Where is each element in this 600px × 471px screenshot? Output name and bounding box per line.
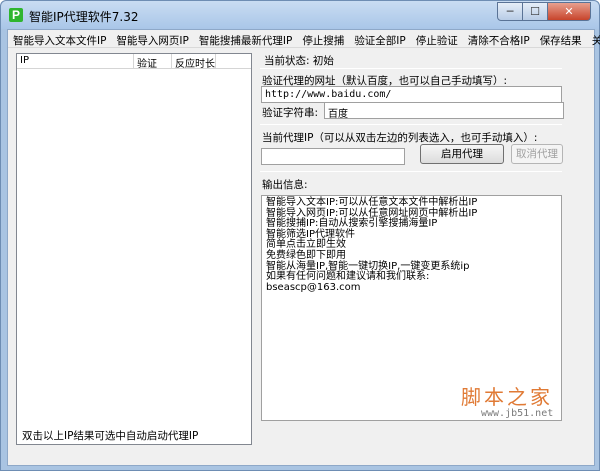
current-proxy-input[interactable] xyxy=(261,148,405,165)
title-bar[interactable]: P 智能IP代理软件7.32 ─ ☐ ✕ xyxy=(1,1,599,29)
app-window: P 智能IP代理软件7.32 ─ ☐ ✕ 智能导入文本文件IP 智能导入网页IP… xyxy=(0,0,600,471)
cancel-proxy-button[interactable]: 取消代理 xyxy=(511,144,563,164)
menu-verify-all[interactable]: 验证全部IP xyxy=(349,30,410,48)
column-ip[interactable]: IP xyxy=(17,54,134,69)
menu-clear-invalid[interactable]: 清除不合格IP xyxy=(463,30,535,48)
window-controls: ─ ☐ ✕ xyxy=(497,2,591,21)
maximize-icon: ☐ xyxy=(530,5,540,18)
window-title: 智能IP代理软件7.32 xyxy=(29,10,139,24)
verify-string-label: 验证字符串: xyxy=(262,107,319,119)
divider xyxy=(260,171,562,172)
minimize-icon: ─ xyxy=(506,5,514,18)
divider xyxy=(260,124,562,125)
column-verify[interactable]: 验证 xyxy=(134,54,172,70)
app-icon: P xyxy=(9,8,23,22)
output-line: bseascp@163.com xyxy=(266,281,361,293)
minimize-button[interactable]: ─ xyxy=(497,2,523,21)
menu-stop-search[interactable]: 停止搜捕 xyxy=(297,30,349,48)
verify-url-input[interactable]: http://www.baidu.com/ xyxy=(261,86,562,103)
watermark-title: 脚本之家 xyxy=(461,385,553,409)
divider xyxy=(260,68,562,69)
close-button[interactable]: ✕ xyxy=(548,2,591,21)
output-line: 智能导入文本IP:可以从任意文本文件中解析出IP xyxy=(266,197,478,208)
list-hint: 双击以上IP结果可选中自动启动代理IP xyxy=(22,430,199,442)
ip-list-header: IP 验证 反应时长 xyxy=(17,54,251,70)
enable-proxy-button[interactable]: 启用代理 xyxy=(420,144,504,164)
menu-save-results[interactable]: 保存结果 xyxy=(535,30,587,48)
status-label: 当前状态: 初始 xyxy=(264,55,334,67)
menu-import-text-ip[interactable]: 智能导入文本文件IP xyxy=(8,30,111,48)
menu-stop-verify[interactable]: 停止验证 xyxy=(411,30,463,48)
output-line: 免费绿色即下即用 xyxy=(266,249,346,261)
menu-about[interactable]: 关于 xyxy=(587,30,600,48)
menu-search-proxy-ip[interactable]: 智能搜捕最新代理IP xyxy=(194,30,297,48)
close-icon: ✕ xyxy=(564,5,574,18)
menu-import-web-ip[interactable]: 智能导入网页IP xyxy=(111,30,193,48)
column-response-time[interactable]: 反应时长 xyxy=(172,54,216,70)
maximize-button[interactable]: ☐ xyxy=(523,2,548,21)
ip-list[interactable]: IP 验证 反应时长 xyxy=(16,53,252,445)
watermark: 脚本之家 www.jb51.net xyxy=(461,381,553,419)
output-label: 输出信息: xyxy=(262,179,308,191)
verify-string-input[interactable]: 百度 xyxy=(324,102,564,119)
current-proxy-label: 当前代理IP（可以从双击左边的列表选入，也可手动填入）: xyxy=(262,132,538,144)
watermark-url: www.jb51.net xyxy=(481,408,554,419)
menu-bar: 智能导入文本文件IP 智能导入网页IP 智能搜捕最新代理IP 停止搜捕 验证全部… xyxy=(8,30,600,48)
